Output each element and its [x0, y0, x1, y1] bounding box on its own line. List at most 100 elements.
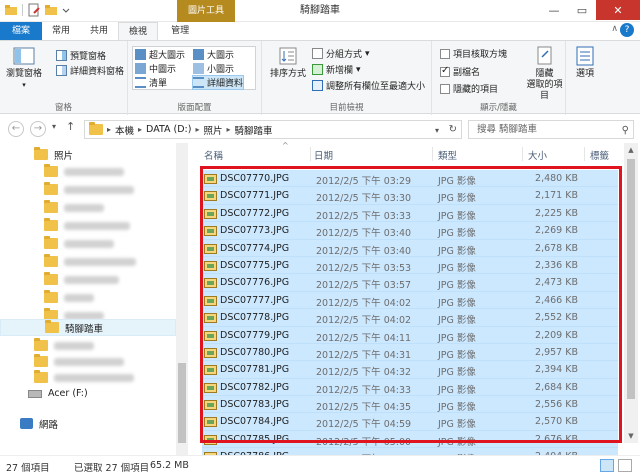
layout-list[interactable]: 清單 [135, 76, 167, 89]
table-row[interactable]: DSC07777.JPG 2012/2/5 下午 04:02 JPG 影像 2,466… [202, 291, 618, 310]
nav-item-cycling[interactable]: 騎腳踏車 [0, 319, 176, 336]
column-divider[interactable] [310, 147, 311, 161]
table-row[interactable]: DSC07770.JPG 2012/2/5 下午 03:29 JPG 影像 2,480… [202, 170, 618, 188]
table-row[interactable]: DSC07776.JPG 2012/2/5 下午 03:57 JPG 影像 2,473… [202, 274, 618, 292]
refresh-icon[interactable]: ↻ [449, 124, 457, 135]
nav-item-folder[interactable] [0, 289, 176, 306]
details-pane-button[interactable]: 詳細資料窗格 [56, 64, 124, 77]
table-row[interactable]: DSC07771.JPG 2012/2/5 下午 03:30 JPG 影像 2,171… [202, 187, 618, 205]
nav-item-network[interactable]: 網路 [0, 415, 176, 432]
address-bar[interactable]: ▸ 本機 ▸ DATA (D:) ▸ 照片 ▸ 騎腳踏車 ▾ ↻ [84, 120, 462, 139]
address-history-icon[interactable]: ▾ [435, 126, 439, 135]
nav-scrollbar[interactable] [176, 143, 188, 455]
scroll-down-icon[interactable]: ▼ [624, 429, 638, 443]
search-icon[interactable]: ⚲ [622, 122, 629, 139]
layout-medium-icons[interactable]: 中圖示 [135, 62, 176, 75]
chevron-right-icon[interactable]: ▸ [195, 125, 199, 134]
breadcrumb-photos[interactable]: 照片 [203, 123, 222, 137]
forward-button[interactable]: → [30, 121, 46, 137]
customize-toolbar-icon[interactable] [61, 3, 75, 17]
column-divider[interactable] [584, 147, 585, 161]
size-columns-button[interactable]: 調整所有欄位至最適大小 [312, 79, 425, 92]
tab-manage[interactable]: 管理 [161, 22, 199, 40]
column-tags[interactable]: 標籤 [590, 148, 609, 162]
checkbox[interactable] [440, 48, 450, 59]
table-row[interactable]: DSC07772.JPG 2012/2/5 下午 03:33 JPG 影像 2,225… [202, 204, 618, 223]
layout-small-icons[interactable]: 小圖示 [193, 62, 234, 75]
nav-item-folder[interactable] [0, 181, 176, 198]
layout-extra-large-icons[interactable]: 超大圖示 [135, 48, 185, 61]
column-size[interactable]: 大小 [528, 148, 547, 162]
minimize-button[interactable]: — [540, 0, 568, 20]
tab-view[interactable]: 檢視 [118, 22, 159, 40]
table-row[interactable]: DSC07783.JPG 2012/2/5 下午 04:35 JPG 影像 2,556… [202, 396, 618, 414]
help-icon[interactable]: ? [620, 23, 634, 37]
new-folder-icon[interactable] [44, 3, 58, 17]
group-by-button[interactable]: 分組方式 ▾ [312, 47, 370, 60]
tab-file[interactable]: 檔案 [0, 22, 43, 40]
column-date[interactable]: 日期 [314, 148, 333, 162]
layout-details[interactable]: 詳細資料 [191, 75, 245, 90]
nav-item-folder[interactable] [0, 271, 176, 288]
options-button[interactable]: 選項 [574, 45, 596, 80]
add-columns-button[interactable]: 新增欄 ▾ [312, 63, 361, 76]
folder-icon[interactable] [4, 3, 18, 17]
hidden-items-toggle[interactable]: 隱藏的項目 [440, 82, 498, 95]
nav-item-folder[interactable] [0, 199, 176, 216]
nav-item-folder[interactable] [0, 253, 176, 270]
checkbox[interactable] [440, 83, 450, 94]
hide-selected-button[interactable]: 隱藏 選取的項目 [524, 45, 565, 102]
nav-item-folder[interactable] [0, 235, 176, 252]
large-icons-view-icon[interactable] [618, 459, 632, 472]
column-divider[interactable] [522, 147, 523, 161]
table-row[interactable]: DSC07782.JPG 2012/2/5 下午 04:33 JPG 影像 2,684… [202, 378, 618, 397]
table-row[interactable]: DSC07774.JPG 2012/2/5 下午 03:40 JPG 影像 2,678… [202, 239, 618, 257]
chevron-right-icon[interactable]: ▸ [227, 125, 231, 134]
scrollbar-thumb[interactable] [627, 159, 635, 399]
nav-item-folder[interactable] [0, 369, 176, 386]
close-button[interactable]: ✕ [596, 0, 640, 20]
chevron-right-icon[interactable]: ▸ [138, 125, 142, 134]
tab-home[interactable]: 常用 [42, 22, 80, 40]
table-row[interactable]: DSC07780.JPG 2012/2/5 下午 04:31 JPG 影像 2,957… [202, 343, 618, 362]
recent-locations-chevron-icon[interactable]: ▾ [52, 122, 56, 131]
nav-item-folder[interactable] [0, 337, 176, 354]
properties-icon[interactable] [27, 3, 41, 17]
table-row[interactable]: DSC07775.JPG 2012/2/5 下午 03:53 JPG 影像 2,336… [202, 256, 618, 275]
details-view-icon[interactable] [600, 459, 614, 472]
item-checkboxes-toggle[interactable]: 項目核取方塊 [440, 47, 507, 60]
table-row[interactable]: DSC07781.JPG 2012/2/5 下午 04:32 JPG 影像 2,394… [202, 361, 618, 379]
table-row[interactable]: DSC07773.JPG 2012/2/5 下午 03:40 JPG 影像 2,269… [202, 222, 618, 240]
checkbox-checked[interactable] [440, 65, 450, 77]
column-name[interactable]: 名稱 [204, 148, 223, 162]
back-button[interactable]: ← [8, 121, 24, 137]
up-button[interactable]: ↑ [66, 120, 75, 133]
scroll-up-icon[interactable]: ▲ [624, 143, 638, 157]
table-row[interactable]: DSC07784.JPG 2012/2/5 下午 04:59 JPG 影像 2,570… [202, 413, 618, 431]
nav-item-folder[interactable] [0, 353, 176, 370]
nav-item-folder[interactable] [0, 163, 176, 180]
file-extensions-toggle[interactable]: 副檔名 [440, 65, 480, 78]
breadcrumb-this-pc[interactable]: 本機 [115, 123, 134, 137]
layout-large-icons[interactable]: 大圖示 [193, 48, 234, 61]
breadcrumb-cycling[interactable]: 騎腳踏車 [235, 123, 273, 137]
column-type[interactable]: 類型 [438, 148, 457, 162]
preview-pane-button[interactable]: 預覽窗格 [56, 49, 106, 62]
table-row[interactable]: DSC07785.JPG 2012/2/5 下午 05:00 JPG 影像 2,676… [202, 430, 618, 449]
column-divider[interactable] [432, 147, 433, 161]
navigation-pane-button[interactable]: 瀏覽窗格 ▾ [6, 45, 42, 91]
scrollbar-thumb[interactable] [178, 363, 186, 443]
table-row[interactable]: DSC07779.JPG 2012/2/5 下午 04:11 JPG 影像 2,209… [202, 326, 618, 344]
file-list-scrollbar[interactable]: ▲ ▼ [624, 143, 638, 443]
tab-share[interactable]: 共用 [80, 22, 118, 40]
maximize-button[interactable]: ▭ [568, 0, 596, 20]
ribbon-collapse-icon[interactable]: ∧ [611, 24, 618, 34]
table-row[interactable]: DSC07778.JPG 2012/2/5 下午 04:02 JPG 影像 2,552… [202, 309, 618, 327]
chevron-right-icon[interactable]: ▸ [107, 125, 111, 134]
sort-by-button[interactable]: 排序方式 [270, 45, 306, 80]
nav-item-drive-f[interactable]: Acer (F:) [0, 385, 176, 402]
nav-item-photos[interactable]: 照片 [0, 146, 176, 163]
breadcrumb-data-drive[interactable]: DATA (D:) [146, 124, 191, 135]
nav-item-folder[interactable] [0, 217, 176, 234]
search-input[interactable]: 搜尋 騎腳踏車 ⚲ [468, 120, 634, 139]
